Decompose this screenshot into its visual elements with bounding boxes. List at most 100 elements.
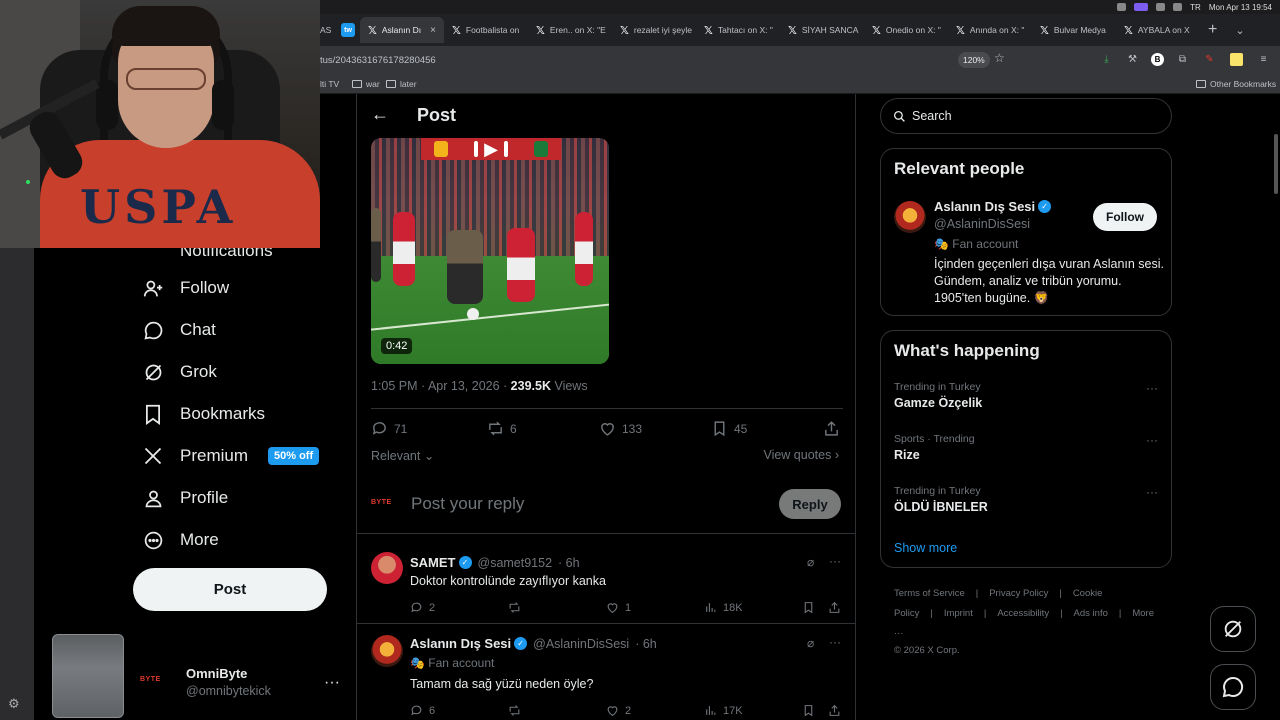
reply-sort-dropdown[interactable]: Relevant ⌄ bbox=[371, 448, 434, 463]
browser-tab[interactable]: 𝕏 Aslanın Dı × bbox=[360, 17, 444, 43]
footer-link[interactable]: Terms of Service bbox=[894, 588, 965, 599]
trend-item[interactable]: Trending in Turkey ÖLDÜ İBNELER ··· bbox=[894, 485, 1164, 514]
more-options-icon[interactable]: ··· bbox=[1146, 433, 1158, 447]
grok-fab-button[interactable] bbox=[1210, 606, 1256, 652]
views-action[interactable]: 18K bbox=[704, 601, 743, 614]
share-action[interactable] bbox=[823, 420, 840, 437]
like-action[interactable]: 1 bbox=[606, 601, 631, 614]
reply-action[interactable]: 71 bbox=[371, 420, 407, 437]
b-extension-icon[interactable]: B bbox=[1151, 53, 1164, 66]
views-action[interactable]: 17K bbox=[704, 704, 743, 717]
bookmark-action[interactable] bbox=[802, 704, 815, 717]
browser-tab[interactable]: 𝕏 Footbalista on bbox=[444, 17, 528, 43]
sidebar-item-grok[interactable]: Grok bbox=[142, 361, 217, 383]
video-player[interactable]: ▶ 0:42 bbox=[371, 138, 609, 364]
bookmark-action[interactable]: 45 bbox=[711, 420, 747, 437]
avatar[interactable] bbox=[371, 635, 403, 667]
reply-input[interactable]: Post your reply bbox=[411, 494, 524, 514]
battery-icon[interactable] bbox=[1156, 3, 1166, 11]
close-tab-icon[interactable]: × bbox=[430, 25, 436, 36]
wifi-icon[interactable] bbox=[1173, 3, 1183, 11]
footer-link[interactable]: Privacy Policy bbox=[989, 588, 1048, 599]
sidebar-item-profile[interactable]: Profile bbox=[142, 487, 228, 509]
bookmark-action[interactable] bbox=[802, 601, 815, 614]
recording-status-icon[interactable] bbox=[1134, 3, 1149, 11]
more-options-icon[interactable]: ··· bbox=[1146, 485, 1158, 499]
menu-clock[interactable]: Mon Apr 13 19:54 bbox=[1209, 3, 1272, 12]
zoom-level-badge[interactable]: 120% bbox=[958, 52, 990, 68]
repost-action[interactable]: 6 bbox=[487, 420, 517, 437]
pen-extension-icon[interactable]: ✎ bbox=[1203, 53, 1216, 66]
bookmark-star-icon[interactable]: ☆ bbox=[994, 51, 1005, 65]
notes-extension-icon[interactable] bbox=[1230, 53, 1243, 66]
avatar[interactable] bbox=[371, 552, 403, 584]
reply-action[interactable]: 6 bbox=[410, 704, 435, 717]
share-action[interactable] bbox=[828, 704, 841, 717]
wrench-extension-icon[interactable]: ⚒ bbox=[1126, 53, 1139, 66]
browser-tab[interactable]: 𝕏 Tahtacı on X: " bbox=[696, 17, 780, 43]
download-icon[interactable]: ⤓ bbox=[1100, 53, 1113, 66]
view-quotes-link[interactable]: View quotes › bbox=[763, 448, 839, 462]
trend-item[interactable]: Trending in Turkey Gamze Özçelik ··· bbox=[894, 381, 1164, 410]
sidebar-item-follow[interactable]: Follow bbox=[142, 277, 229, 299]
reply-action[interactable]: 2 bbox=[410, 601, 435, 614]
sidebar-item-premium[interactable]: Premium 50% off bbox=[142, 445, 320, 467]
footer-link[interactable]: Imprint bbox=[944, 608, 973, 619]
follow-button[interactable]: Follow bbox=[1093, 203, 1157, 231]
back-arrow-icon[interactable]: ← bbox=[371, 104, 389, 125]
repost-action[interactable] bbox=[508, 704, 521, 717]
new-tab-button[interactable]: + bbox=[1208, 21, 1217, 39]
browser-menu-icon[interactable]: ≡ bbox=[1257, 53, 1270, 66]
bookmark-folder-later[interactable]: later bbox=[386, 79, 417, 89]
avatar[interactable] bbox=[894, 201, 926, 233]
grok-icon[interactable]: ⌀ bbox=[807, 555, 814, 569]
reply-button[interactable]: Reply bbox=[779, 489, 841, 519]
sidebar-item-bookmarks[interactable]: Bookmarks bbox=[142, 403, 265, 425]
play-icon[interactable]: ▶ bbox=[481, 138, 501, 160]
like-action[interactable]: 133 bbox=[599, 420, 642, 437]
bookmark-folder-war[interactable]: war bbox=[352, 79, 380, 89]
trend-item[interactable]: Sports · Trending Rize ··· bbox=[894, 433, 1164, 462]
page-scrollbar[interactable] bbox=[1274, 134, 1278, 194]
reply-item[interactable]: Aslanın Dış Sesi ✓ @AslaninDisSesi · 6h … bbox=[357, 626, 855, 720]
browser-tab[interactable]: 𝕏 SİYAH SANCA bbox=[780, 17, 864, 43]
input-language[interactable]: TR bbox=[1190, 3, 1201, 12]
reply-item[interactable]: SAMET ✓ @samet9152 · 6h ⌀ ··· Doktor kon… bbox=[357, 544, 855, 624]
more-options-icon[interactable]: ··· bbox=[829, 554, 841, 568]
browser-tab[interactable]: 𝕏 Anında on X: " bbox=[948, 17, 1032, 43]
status-icon[interactable] bbox=[1117, 3, 1127, 11]
tab-partial[interactable]: AS bbox=[320, 17, 338, 43]
sidebar-item-chat[interactable]: Chat bbox=[142, 319, 216, 341]
bookmark-item[interactable]: lti TV bbox=[320, 79, 339, 89]
chat-fab-button[interactable] bbox=[1210, 664, 1256, 710]
like-action[interactable]: 2 bbox=[606, 704, 631, 717]
share-action[interactable] bbox=[828, 601, 841, 614]
browser-tab[interactable]: 𝕏rezalet iyi şeyle bbox=[612, 17, 696, 43]
other-bookmarks-folder[interactable]: Other Bookmarks bbox=[1196, 79, 1276, 89]
show-more-link[interactable]: Show more bbox=[894, 541, 957, 555]
person-name[interactable]: Aslanın Dış Sesi ✓ bbox=[934, 199, 1052, 214]
grok-icon[interactable]: ⌀ bbox=[807, 636, 814, 650]
account-more-icon[interactable]: ··· bbox=[324, 674, 340, 692]
reply-author[interactable]: Aslanın Dış Sesi ✓ @AslaninDisSesi · 6h bbox=[410, 636, 657, 651]
person-handle[interactable]: @AslaninDisSesi bbox=[934, 217, 1030, 231]
browser-tab[interactable]: 𝕏 Onedio on X: " bbox=[864, 17, 948, 43]
footer-link[interactable]: Accessibility bbox=[997, 608, 1049, 619]
puzzle-extension-icon[interactable]: ⧉ bbox=[1176, 53, 1189, 66]
more-options-icon[interactable]: ··· bbox=[829, 635, 841, 649]
search-input[interactable]: Search bbox=[880, 98, 1172, 134]
reply-author[interactable]: SAMET ✓ @samet9152 · 6h bbox=[410, 555, 580, 570]
more-options-icon[interactable]: ··· bbox=[1146, 381, 1158, 395]
browser-tab[interactable]: 𝕏 AYBALA on X bbox=[1116, 17, 1200, 43]
repost-action[interactable] bbox=[508, 601, 521, 614]
account-switcher[interactable]: BYTE OmniByte @omnibytekick ··· bbox=[50, 634, 350, 720]
browser-tab[interactable]: 𝕏 Eren.. on X: "E bbox=[528, 17, 612, 43]
url-input[interactable]: tus/2043631676178280456 bbox=[320, 55, 436, 66]
post-button[interactable]: Post bbox=[133, 568, 327, 611]
browser-tab[interactable]: 𝕏 Bulvar Medya bbox=[1032, 17, 1116, 43]
footer-link[interactable]: Ads info bbox=[1074, 608, 1108, 619]
gear-icon[interactable]: ⚙ bbox=[8, 696, 20, 712]
tab-list-chevron-icon[interactable]: ⌄ bbox=[1235, 24, 1244, 37]
sidebar-item-more[interactable]: More bbox=[142, 529, 219, 551]
tab-tweetdeck[interactable]: tw bbox=[338, 17, 360, 43]
